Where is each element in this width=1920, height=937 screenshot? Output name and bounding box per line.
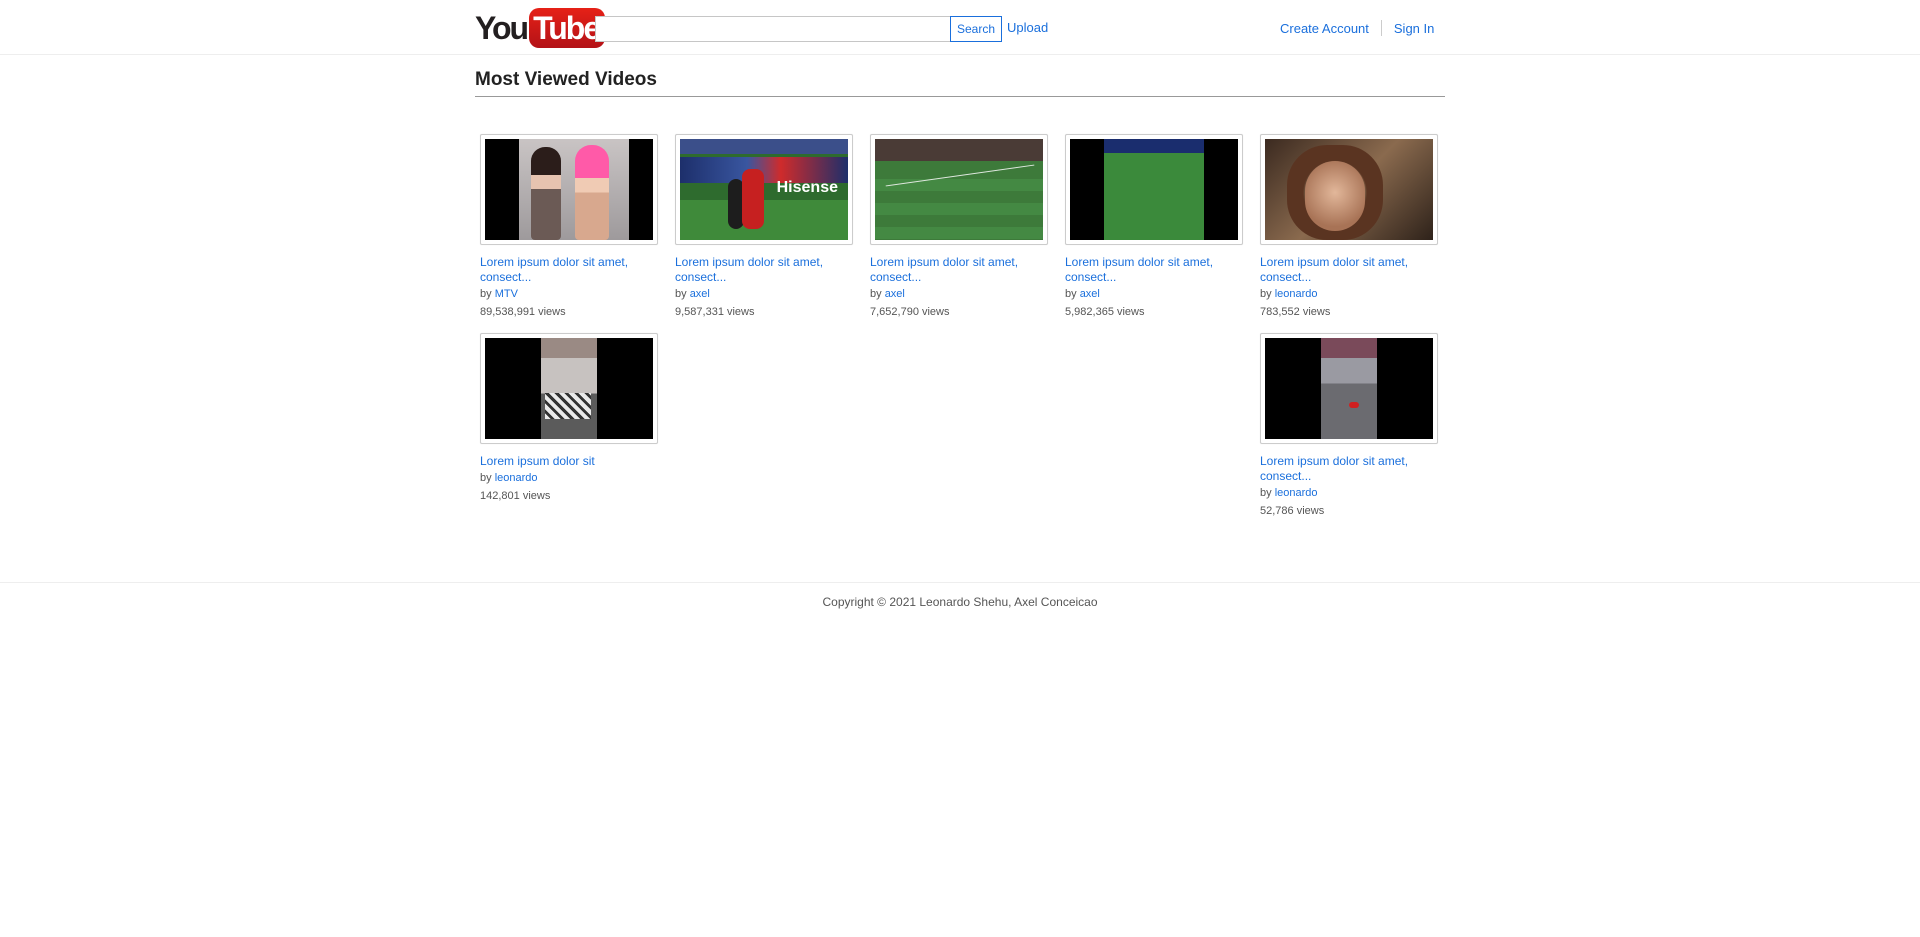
video-card: Lorem ipsum dolor sit amet, consect... b… bbox=[1255, 333, 1440, 517]
search-button[interactable]: Search bbox=[950, 16, 1003, 42]
by-label: by bbox=[1260, 487, 1272, 499]
video-card: Lorem ipsum dolor sit amet, consect... b… bbox=[475, 134, 660, 318]
author-link[interactable]: axel bbox=[1080, 288, 1100, 300]
by-label: by bbox=[1065, 288, 1077, 300]
account-links: Create Account Sign In bbox=[1280, 20, 1434, 36]
site-footer: Copyright © 2021 Leonardo Shehu, Axel Co… bbox=[0, 582, 1920, 609]
logo-you-text: You bbox=[475, 10, 529, 46]
video-author: by axel bbox=[675, 288, 855, 300]
by-label: by bbox=[870, 288, 882, 300]
main-content: Most Viewed Videos Lorem ipsum dolor sit… bbox=[475, 69, 1445, 517]
video-thumbnail[interactable] bbox=[1260, 333, 1438, 444]
video-thumbnail[interactable] bbox=[1065, 134, 1243, 245]
video-author: by leonardo bbox=[1260, 487, 1440, 499]
video-author: by MTV bbox=[480, 288, 660, 300]
video-thumbnail[interactable] bbox=[480, 333, 658, 444]
video-title-link[interactable]: Lorem ipsum dolor sit amet, consect... bbox=[1065, 255, 1225, 285]
search-input[interactable] bbox=[595, 16, 950, 42]
video-thumbnail[interactable] bbox=[870, 134, 1048, 245]
author-link[interactable]: MTV bbox=[495, 288, 518, 300]
author-link[interactable]: leonardo bbox=[1275, 288, 1318, 300]
by-label: by bbox=[675, 288, 687, 300]
view-count: 5,982,365 views bbox=[1065, 306, 1145, 318]
thumbnail-image bbox=[875, 139, 1043, 240]
site-header: You Tube Search Upload Create Account Si… bbox=[0, 0, 1920, 55]
view-count: 52,786 views bbox=[1260, 505, 1325, 517]
thumbnail-image: Hisense bbox=[680, 139, 848, 240]
video-thumbnail[interactable] bbox=[480, 134, 658, 245]
video-card: Lorem ipsum dolor sit by leonardo 142,80… bbox=[475, 333, 660, 517]
video-title-link[interactable]: Lorem ipsum dolor sit amet, consect... bbox=[675, 255, 835, 285]
video-card: Lorem ipsum dolor sit amet, consect... b… bbox=[1255, 134, 1440, 318]
video-title-link[interactable]: Lorem ipsum dolor sit amet, consect... bbox=[1260, 454, 1420, 484]
view-count: 7,652,790 views bbox=[870, 306, 950, 318]
video-thumbnail[interactable] bbox=[1260, 134, 1438, 245]
view-count: 89,538,991 views bbox=[480, 306, 566, 318]
view-count: 142,801 views bbox=[480, 490, 551, 502]
thumbnail-image bbox=[485, 139, 653, 240]
video-thumbnail[interactable]: Hisense bbox=[675, 134, 853, 245]
video-title-link[interactable]: Lorem ipsum dolor sit amet, consect... bbox=[480, 255, 640, 285]
video-title-link[interactable]: Lorem ipsum dolor sit amet, consect... bbox=[870, 255, 1030, 285]
author-link[interactable]: axel bbox=[885, 288, 905, 300]
video-author: by leonardo bbox=[480, 472, 660, 484]
copyright-text: Copyright © 2021 Leonardo Shehu, Axel Co… bbox=[822, 595, 1098, 609]
video-author: by leonardo bbox=[1260, 288, 1440, 300]
video-card: Lorem ipsum dolor sit amet, consect... b… bbox=[865, 134, 1050, 318]
upload-link[interactable]: Upload bbox=[1007, 20, 1048, 35]
author-link[interactable]: leonardo bbox=[1275, 487, 1318, 499]
video-title-link[interactable]: Lorem ipsum dolor sit bbox=[480, 454, 640, 469]
author-link[interactable]: axel bbox=[690, 288, 710, 300]
video-author: by axel bbox=[1065, 288, 1245, 300]
view-count: 783,552 views bbox=[1260, 306, 1331, 318]
page-title: Most Viewed Videos bbox=[475, 69, 1445, 97]
thumbnail-image bbox=[485, 338, 653, 439]
author-link[interactable]: leonardo bbox=[495, 472, 538, 484]
video-author: by axel bbox=[870, 288, 1050, 300]
youtube-logo[interactable]: You Tube bbox=[475, 7, 606, 49]
sign-in-link[interactable]: Sign In bbox=[1394, 21, 1434, 36]
thumbnail-image bbox=[1265, 338, 1433, 439]
thumbnail-image bbox=[1070, 139, 1238, 240]
logo-tube-text: Tube bbox=[529, 8, 606, 48]
video-card: Lorem ipsum dolor sit amet, consect... b… bbox=[1060, 134, 1245, 318]
link-separator bbox=[1380, 20, 1382, 36]
create-account-link[interactable]: Create Account bbox=[1280, 21, 1369, 36]
video-grid: Lorem ipsum dolor sit amet, consect... b… bbox=[475, 134, 1445, 517]
video-card: Hisense Lorem ipsum dolor sit amet, cons… bbox=[670, 134, 855, 318]
thumbnail-ad-text: Hisense bbox=[776, 179, 838, 196]
search-bar: Search bbox=[595, 16, 1003, 42]
video-title-link[interactable]: Lorem ipsum dolor sit amet, consect... bbox=[1260, 255, 1420, 285]
by-label: by bbox=[480, 288, 492, 300]
by-label: by bbox=[480, 472, 492, 484]
by-label: by bbox=[1260, 288, 1272, 300]
thumbnail-image bbox=[1265, 139, 1433, 240]
view-count: 9,587,331 views bbox=[675, 306, 755, 318]
